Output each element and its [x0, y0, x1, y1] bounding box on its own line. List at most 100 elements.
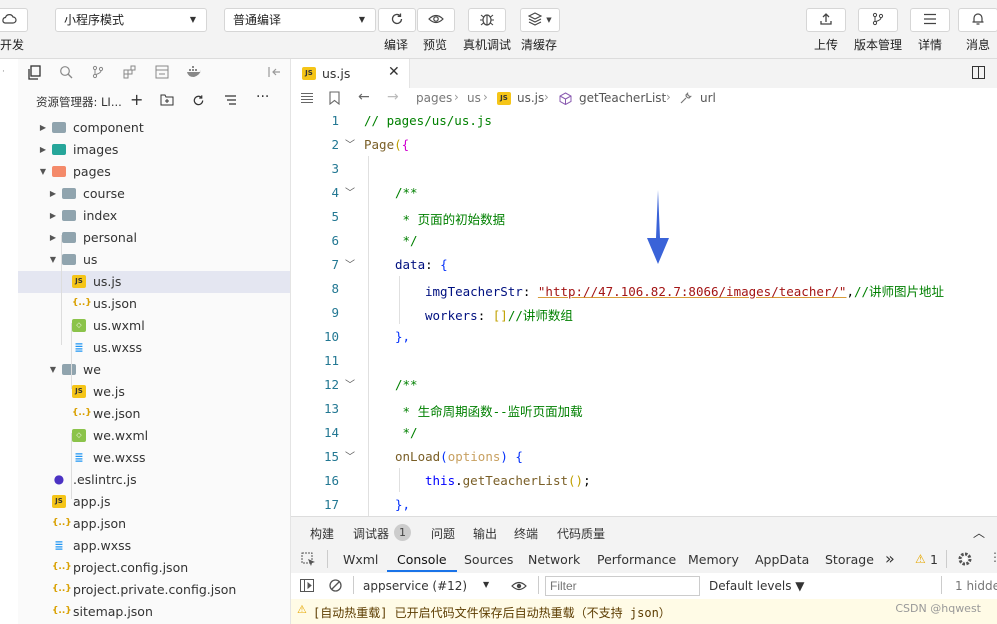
clear-cache-button[interactable]: ▼	[520, 8, 560, 32]
split-editor-icon[interactable]	[972, 66, 985, 82]
tree-folder[interactable]: ▶ images	[18, 139, 290, 161]
storage-icon[interactable]	[154, 65, 170, 81]
bookmark-icon[interactable]	[329, 91, 340, 108]
tree-folder[interactable]: ▶ index	[18, 205, 290, 227]
tree-file[interactable]: ≣ we.wxss	[18, 447, 290, 469]
forward-arrow-icon[interactable]: →	[387, 89, 399, 105]
sidebar-toggle-icon[interactable]	[300, 579, 314, 595]
remote-debug-button[interactable]	[468, 8, 506, 32]
chevron-up-icon[interactable]: ︿	[973, 524, 985, 541]
line-number: 16	[323, 473, 339, 488]
refresh-icon[interactable]	[192, 94, 205, 110]
code-line-13: * 生命周期函数--监听页面加载	[395, 401, 583, 420]
compile-button[interactable]	[378, 8, 416, 32]
tab-sources[interactable]: Sources	[464, 552, 513, 567]
tree-file[interactable]: ◇ us.wxml	[18, 315, 290, 337]
fold-chevron-icon[interactable]: ﹀	[345, 136, 355, 151]
search-icon[interactable]	[58, 65, 74, 81]
kebab-icon[interactable]: ⋮	[989, 550, 997, 564]
tab-output[interactable]: 输出	[473, 525, 497, 542]
tree-folder[interactable]: ▼ us	[18, 249, 290, 271]
tree-folder[interactable]: ▶ component	[18, 117, 290, 139]
details-button[interactable]	[910, 8, 950, 32]
tab-build[interactable]: 构建	[310, 525, 334, 542]
compile-select[interactable]: 普通编译 ▼	[224, 8, 376, 32]
tree-file[interactable]: {..} sitemap.json	[18, 601, 290, 623]
tab-debugger[interactable]: 调试器	[353, 525, 389, 542]
tree-folder[interactable]: ▼ we	[18, 359, 290, 381]
tree-file[interactable]: JS we.js	[18, 381, 290, 403]
docker-icon[interactable]	[186, 65, 202, 81]
tab-performance[interactable]: Performance	[597, 552, 676, 567]
new-folder-icon[interactable]	[160, 94, 174, 109]
tree-file[interactable]: {..} project.private.config.json	[18, 579, 290, 601]
chevron-right-icon[interactable]: ▶	[38, 117, 48, 139]
tab-storage[interactable]: Storage	[825, 552, 874, 567]
chevron-right-icon[interactable]: ▶	[48, 205, 58, 227]
tab-terminal[interactable]: 终端	[514, 525, 538, 542]
tree-folder[interactable]: ▶ course	[18, 183, 290, 205]
tab-code-quality[interactable]: 代码质量	[557, 525, 605, 542]
tab-memory[interactable]: Memory	[688, 552, 739, 567]
tree-file[interactable]: ≣ app.wxss	[18, 535, 290, 557]
chevron-right-icon[interactable]: ▶	[38, 139, 48, 161]
gear-icon[interactable]	[957, 551, 973, 570]
inspect-icon[interactable]	[301, 552, 316, 570]
breadcrumb-function[interactable]: getTeacherList	[579, 91, 666, 105]
tab-network[interactable]: Network	[528, 552, 580, 567]
back-arrow-icon[interactable]: ←	[358, 89, 370, 105]
collapse-all-icon[interactable]	[224, 94, 238, 110]
breadcrumb-property[interactable]: url	[700, 91, 716, 105]
tree-file[interactable]: ● .eslintrc.js	[18, 469, 290, 491]
breadcrumb-file[interactable]: us.js	[517, 91, 544, 105]
breadcrumb-pages[interactable]: pages	[416, 91, 452, 105]
version-button[interactable]	[858, 8, 898, 32]
upload-button[interactable]	[806, 8, 846, 32]
fold-chevron-icon[interactable]: ﹀	[345, 256, 355, 271]
files-icon[interactable]	[26, 65, 42, 81]
close-icon[interactable]: ✕	[388, 64, 400, 80]
breadcrumb-us[interactable]: us	[467, 91, 481, 105]
more-icon[interactable]: ···	[256, 89, 269, 105]
editor-tab-us-js[interactable]: JS us.js ✕	[291, 59, 410, 88]
code-editor[interactable]: 1 2 3 4 5 6 7 8 9 10 11 12 13 14 15 16 17 ﹀ ﹀ ﹀ ﹀ ﹀ // p…	[291, 110, 997, 516]
chevron-down-icon[interactable]: ▼	[48, 249, 58, 271]
mode-select[interactable]: 小程序模式 ▼	[55, 8, 207, 32]
cloud-dev-button[interactable]	[0, 8, 28, 32]
list-icon[interactable]	[300, 92, 314, 107]
tab-problems[interactable]: 问题	[431, 525, 455, 542]
tab-appdata[interactable]: AppData	[755, 552, 809, 567]
clear-console-icon[interactable]	[329, 579, 342, 595]
warning-count[interactable]: 1	[930, 552, 938, 567]
eye-icon[interactable]	[511, 580, 527, 595]
collapse-sidebar-icon[interactable]	[266, 65, 282, 81]
filter-input[interactable]	[545, 576, 700, 596]
preview-button[interactable]	[417, 8, 455, 32]
more-tabs-button[interactable]: »	[885, 549, 895, 568]
messages-button[interactable]	[958, 8, 997, 32]
tree-folder[interactable]: ▼ pages	[18, 161, 290, 183]
chevron-down-icon[interactable]: ▼	[48, 359, 58, 381]
tab-console[interactable]: Console	[397, 552, 447, 567]
tree-file[interactable]: ≣ us.wxss	[18, 337, 290, 359]
tree-file[interactable]: {..} project.config.json	[18, 557, 290, 579]
log-levels-select[interactable]: Default levels ▼	[709, 579, 805, 593]
source-control-icon[interactable]	[90, 65, 106, 81]
context-select[interactable]: appservice (#12)	[363, 579, 467, 593]
fold-chevron-icon[interactable]: ﹀	[345, 184, 355, 199]
new-file-icon[interactable]: +	[130, 90, 143, 109]
chevron-down-icon[interactable]: ▼	[38, 161, 48, 183]
extensions-icon[interactable]	[122, 65, 138, 81]
tree-folder[interactable]: ▶ personal	[18, 227, 290, 249]
tab-wxml[interactable]: Wxml	[343, 552, 378, 567]
tree-file[interactable]: {..} app.json	[18, 513, 290, 535]
chevron-right-icon[interactable]: ▶	[48, 227, 58, 249]
fold-chevron-icon[interactable]: ﹀	[345, 376, 355, 391]
tree-file[interactable]: JS app.js	[18, 491, 290, 513]
tree-file[interactable]: JS us.js	[18, 271, 290, 293]
tree-file[interactable]: {..} we.json	[18, 403, 290, 425]
fold-chevron-icon[interactable]: ﹀	[345, 448, 355, 463]
tree-file[interactable]: {..} us.json	[18, 293, 290, 315]
chevron-right-icon[interactable]: ▶	[48, 183, 58, 205]
tree-file[interactable]: ◇ we.wxml	[18, 425, 290, 447]
